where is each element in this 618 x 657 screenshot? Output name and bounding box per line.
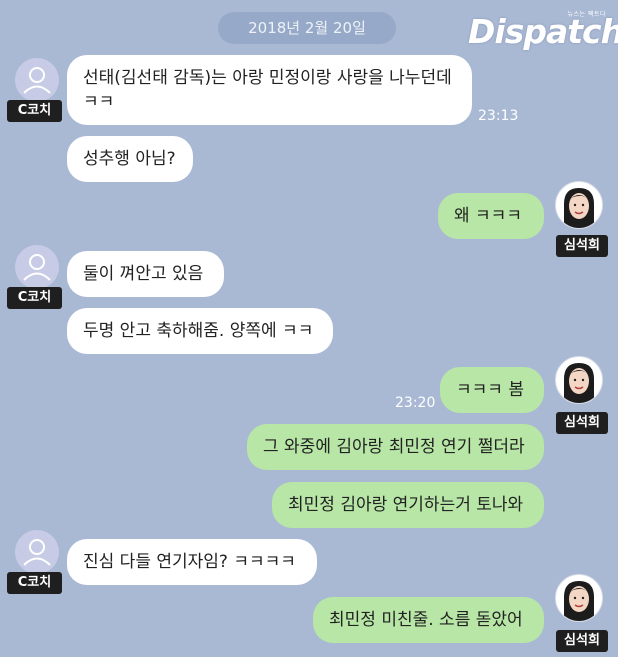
message-time: 23:20 — [395, 395, 436, 411]
message-bubble-3[interactable]: 왜 ㅋㅋㅋ — [438, 193, 544, 239]
message-text: 최민정 김아랑 연기하는거 토나와 — [288, 495, 524, 515]
message-text: 두명 안고 축하해줌. 양쪽에 ㅋㅋ — [83, 321, 314, 341]
message-text: 그 와중에 김아랑 최민정 연기 쩔더라 — [263, 437, 525, 457]
coach-name-tag: C코치 — [7, 287, 62, 309]
watermark-logo: Dispatch — [468, 12, 618, 51]
coach-name-tag: C코치 — [7, 100, 62, 122]
message-time: 23:13 — [478, 108, 519, 124]
message-bubble-8[interactable]: 최민정 김아랑 연기하는거 토나와 — [272, 482, 544, 528]
me-avatar-photo[interactable] — [555, 356, 603, 404]
date-divider: 2018년 2월 20일 — [218, 12, 396, 44]
message-text: 성추행 아님? — [83, 149, 176, 169]
message-bubble-6[interactable]: ㅋㅋㅋ 봄 — [440, 367, 544, 413]
coach-avatar-icon[interactable] — [15, 530, 59, 574]
chat-screen: 2018년 2월 20일 뉴스는 팩트다 Dispatch C코치 선태(김선태… — [0, 0, 618, 657]
message-bubble-9[interactable]: 진심 다들 연기자임? ㅋㅋㅋㅋ — [67, 539, 317, 585]
message-line: ㅋㅋ — [83, 92, 115, 112]
me-name-tag: 심석희 — [556, 235, 608, 257]
message-bubble-2[interactable]: 성추행 아님? — [67, 136, 193, 182]
coach-name-tag: C코치 — [7, 572, 62, 594]
message-bubble-4[interactable]: 둘이 껴안고 있음 — [67, 251, 224, 297]
message-bubble-5[interactable]: 두명 안고 축하해줌. 양쪽에 ㅋㅋ — [67, 308, 333, 354]
me-avatar-photo[interactable] — [555, 181, 603, 229]
message-bubble-7[interactable]: 그 와중에 김아랑 최민정 연기 쩔더라 — [247, 424, 544, 470]
message-text: ㅋㅋㅋ 봄 — [456, 380, 524, 400]
me-name-tag: 심석희 — [556, 630, 608, 652]
message-text: 왜 ㅋㅋㅋ — [454, 206, 522, 226]
message-text: 둘이 껴안고 있음 — [83, 264, 204, 284]
me-name-tag: 심석희 — [556, 412, 608, 434]
message-text: 진심 다들 연기자임? ㅋㅋㅋㅋ — [83, 552, 296, 572]
message-line: 선태(김선태 감독)는 아랑 민정이랑 사랑을 나누던데 — [83, 68, 452, 88]
dispatch-watermark: 뉴스는 팩트다 Dispatch — [468, 6, 618, 52]
message-bubble-1[interactable]: 선태(김선태 감독)는 아랑 민정이랑 사랑을 나누던데 ㅋㅋ — [67, 55, 472, 125]
coach-avatar-icon[interactable] — [15, 245, 59, 289]
coach-avatar-icon[interactable] — [15, 58, 59, 102]
message-bubble-10[interactable]: 최민정 미친줄. 소름 돋았어 — [313, 597, 544, 643]
me-avatar-photo[interactable] — [555, 574, 603, 622]
message-text: 최민정 미친줄. 소름 돋았어 — [329, 610, 523, 630]
